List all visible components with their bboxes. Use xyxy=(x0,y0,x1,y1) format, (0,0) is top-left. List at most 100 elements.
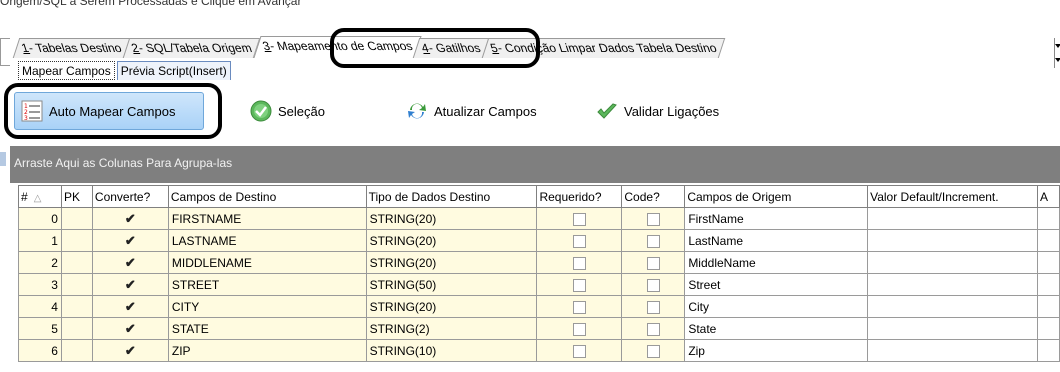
dest-field-cell[interactable]: LASTNAME xyxy=(167,229,367,252)
tab-sql-tabela-origem[interactable]: 2 - SQL/Tabela Origem xyxy=(122,38,261,58)
checkbox-unchecked[interactable] xyxy=(646,234,660,248)
extra-cell[interactable] xyxy=(1036,339,1060,362)
code-cell[interactable] xyxy=(621,317,686,340)
converte-cell[interactable]: ✔ xyxy=(91,317,169,340)
group-by-area[interactable]: Arraste Aqui as Colunas Para Agrupa-las xyxy=(10,146,1060,183)
default-value-cell[interactable] xyxy=(867,251,1038,274)
col-header-tipo-dados[interactable]: Tipo de Dados Destino xyxy=(365,185,538,208)
update-fields-button[interactable]: Atualizar Campos xyxy=(406,92,537,130)
pk-cell[interactable] xyxy=(60,207,93,230)
checkbox-unchecked[interactable] xyxy=(646,300,660,314)
code-cell[interactable] xyxy=(621,273,686,296)
default-value-cell[interactable] xyxy=(867,339,1038,362)
code-cell[interactable] xyxy=(621,251,686,274)
checked-icon[interactable]: ✔ xyxy=(125,321,136,336)
checkbox-unchecked[interactable] xyxy=(572,322,586,336)
converte-cell[interactable]: ✔ xyxy=(91,207,169,230)
extra-cell[interactable] xyxy=(1036,317,1060,340)
dest-field-cell[interactable]: CITY xyxy=(167,295,367,318)
dest-type-cell[interactable]: STRING(20) xyxy=(365,295,538,318)
dest-type-cell[interactable]: STRING(2) xyxy=(365,317,538,340)
source-field-cell[interactable]: Street xyxy=(684,273,869,296)
source-field-cell[interactable]: City xyxy=(684,295,869,318)
required-cell[interactable] xyxy=(536,273,623,296)
table-row[interactable]: 1 ✔ LASTNAME STRING(20) LastName xyxy=(18,229,1060,252)
required-cell[interactable] xyxy=(536,251,623,274)
checkbox-unchecked[interactable] xyxy=(646,344,660,358)
source-field-cell[interactable]: FirstName xyxy=(684,207,869,230)
pk-cell[interactable] xyxy=(60,339,93,362)
extra-cell[interactable] xyxy=(1036,207,1060,230)
checkbox-unchecked[interactable] xyxy=(572,234,586,248)
converte-cell[interactable]: ✔ xyxy=(91,273,169,296)
table-row[interactable]: 0 ✔ FIRSTNAME STRING(20) FirstName xyxy=(18,207,1060,230)
dest-type-cell[interactable]: STRING(20) xyxy=(365,251,538,274)
col-header-a[interactable]: A xyxy=(1036,185,1060,208)
pk-cell[interactable] xyxy=(60,273,93,296)
code-cell[interactable] xyxy=(621,207,686,230)
code-cell[interactable] xyxy=(621,295,686,318)
source-field-cell[interactable]: State xyxy=(684,317,869,340)
code-cell[interactable] xyxy=(621,229,686,252)
dest-field-cell[interactable]: STREET xyxy=(167,273,367,296)
scroll-down-icon[interactable] xyxy=(1055,58,1060,64)
checked-icon[interactable]: ✔ xyxy=(125,255,136,270)
extra-cell[interactable] xyxy=(1036,229,1060,252)
validate-links-button[interactable]: Validar Ligações xyxy=(596,92,719,130)
col-header-converte[interactable]: Converte? xyxy=(91,185,169,208)
code-cell[interactable] xyxy=(621,339,686,362)
source-field-cell[interactable]: MiddleName xyxy=(684,251,869,274)
checkbox-unchecked[interactable] xyxy=(646,278,660,292)
required-cell[interactable] xyxy=(536,317,623,340)
converte-cell[interactable]: ✔ xyxy=(91,251,169,274)
checked-icon[interactable]: ✔ xyxy=(125,299,136,314)
default-value-cell[interactable] xyxy=(867,273,1038,296)
checkbox-unchecked[interactable] xyxy=(572,344,586,358)
extra-cell[interactable] xyxy=(1036,273,1060,296)
extra-cell[interactable] xyxy=(1036,251,1060,274)
source-field-cell[interactable]: Zip xyxy=(684,339,869,362)
converte-cell[interactable]: ✔ xyxy=(91,229,169,252)
col-header-code[interactable]: Code? xyxy=(621,185,686,208)
pk-cell[interactable] xyxy=(60,229,93,252)
pk-cell[interactable] xyxy=(60,251,93,274)
dest-type-cell[interactable]: STRING(10) xyxy=(365,339,538,362)
checked-icon[interactable]: ✔ xyxy=(125,211,136,226)
checkbox-unchecked[interactable] xyxy=(646,256,660,270)
default-value-cell[interactable] xyxy=(867,317,1038,340)
required-cell[interactable] xyxy=(536,207,623,230)
checked-icon[interactable]: ✔ xyxy=(125,343,136,358)
table-row[interactable]: 5 ✔ STATE STRING(2) State xyxy=(18,317,1060,340)
checkbox-unchecked[interactable] xyxy=(572,278,586,292)
col-header-requerido[interactable]: Requerido? xyxy=(536,185,623,208)
default-value-cell[interactable] xyxy=(867,229,1038,252)
col-header-pk[interactable]: PK xyxy=(60,185,93,208)
col-header-valor-default[interactable]: Valor Default/Increment. xyxy=(867,185,1038,208)
dest-type-cell[interactable]: STRING(50) xyxy=(365,273,538,296)
required-cell[interactable] xyxy=(536,339,623,362)
table-row[interactable]: 3 ✔ STREET STRING(50) Street xyxy=(18,273,1060,296)
table-row[interactable]: 6 ✔ ZIP STRING(10) Zip xyxy=(18,339,1060,362)
checkbox-unchecked[interactable] xyxy=(572,300,586,314)
dest-type-cell[interactable]: STRING(20) xyxy=(365,207,538,230)
converte-cell[interactable]: ✔ xyxy=(91,295,169,318)
tab-scroll-buttons[interactable] xyxy=(1054,38,1060,68)
pk-cell[interactable] xyxy=(60,317,93,340)
checkbox-unchecked[interactable] xyxy=(572,256,586,270)
tab-previa-script[interactable]: Prévia Script(Insert) xyxy=(116,61,231,80)
table-row[interactable]: 4 ✔ CITY STRING(20) City xyxy=(18,295,1060,318)
checkbox-unchecked[interactable] xyxy=(572,212,586,226)
converte-cell[interactable]: ✔ xyxy=(91,339,169,362)
default-value-cell[interactable] xyxy=(867,295,1038,318)
dest-field-cell[interactable]: STATE xyxy=(167,317,367,340)
pk-cell[interactable] xyxy=(60,295,93,318)
dest-type-cell[interactable]: STRING(20) xyxy=(365,229,538,252)
table-row[interactable]: 2 ✔ MIDDLENAME STRING(20) MiddleName xyxy=(18,251,1060,274)
selection-button[interactable]: Seleção xyxy=(250,92,325,130)
default-value-cell[interactable] xyxy=(867,207,1038,230)
dest-field-cell[interactable]: ZIP xyxy=(167,339,367,362)
extra-cell[interactable] xyxy=(1036,295,1060,318)
checked-icon[interactable]: ✔ xyxy=(125,277,136,292)
dest-field-cell[interactable]: MIDDLENAME xyxy=(167,251,367,274)
tab-mapear-campos[interactable]: Mapear Campos xyxy=(18,61,115,80)
